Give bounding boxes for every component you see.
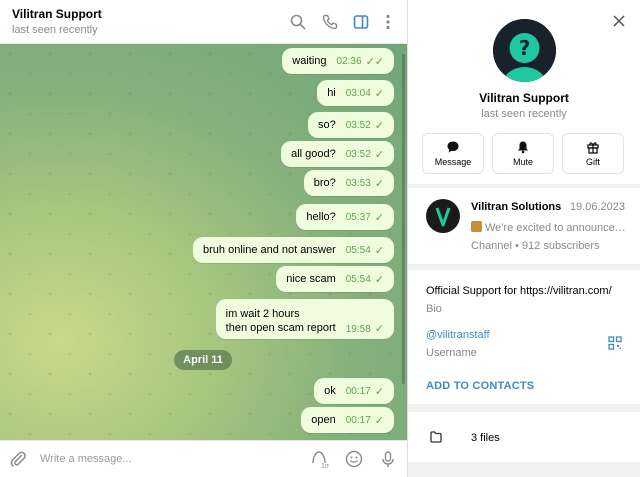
message-bubble[interactable]: bruh online and not answer 05:54 ✓ [193,237,394,263]
message-bubble[interactable]: im wait 2 hours then open scam report 19… [215,299,394,339]
message-time: 03:52 [345,119,371,131]
action-label: Message [434,157,472,167]
double-check-icon: ✓ [374,244,384,257]
username-label: Username [426,347,477,359]
message-text: bro? [313,177,336,189]
file-icon [429,430,443,444]
message-bubble[interactable]: bro? 03:53 ✓ [303,170,394,196]
username-link[interactable]: @vilitranstaff [426,329,490,341]
double-check-icon: ✓ [374,273,384,286]
message-text: ok [324,385,336,397]
phone-icon[interactable] [320,12,340,32]
message-text: bruh online and not answer [203,244,336,256]
profile-status: last seen recently [481,108,567,120]
message-time: 19:58 [345,324,371,335]
message-text: so? [318,119,336,131]
more-icon[interactable] [378,12,398,32]
microphone-icon[interactable] [378,449,398,469]
message-text: nice scam [286,273,336,285]
message-icon [447,141,459,153]
double-check-icon: ✓ [374,211,384,224]
message-bubble[interactable]: open 00:17 ✓ [301,407,394,433]
message-bubble[interactable]: ok 00:17 ✓ [314,378,394,404]
emoji-icon[interactable] [344,449,364,469]
action-label: Mute [512,157,533,167]
message-time: 05:37 [345,211,371,223]
double-check-icon: ✓ [374,385,384,398]
message-composer[interactable]: Write a message... 1m [0,440,407,477]
sticker-badge: 1m [321,463,329,469]
action-label: Gift [585,157,600,167]
attach-icon[interactable] [8,449,28,469]
date-separator: April 11 [174,350,232,370]
qr-code-icon[interactable] [608,336,622,350]
profile-header-card: ? Vilitran Support last seen recently Me… [408,0,640,184]
bio-label: Bio [426,303,442,315]
profile-name: Vilitran Support [479,91,569,105]
double-check-icon: ✓ [374,323,384,335]
message-time: 02:36 [336,55,362,67]
double-check-icon: ✓ [374,87,384,100]
double-check-icon: ✓✓ [365,55,384,68]
channel-last-message-text: We're excited to announce ... [485,222,626,234]
files-count[interactable]: 3 files [471,432,500,444]
channel-message-thumbnail [471,221,482,232]
message-text: waiting [292,55,327,67]
chat-status: last seen recently [12,24,98,36]
bio-text[interactable]: Official Support for https://vilitran.co… [426,285,612,297]
chat-pane: Vilitran Support last seen recently wait… [0,0,407,477]
message-text: open [311,414,336,426]
channel-date: 19.06.2023 [569,201,625,213]
svg-text:?: ? [519,36,531,60]
channel-meta: Channel • 912 subscribers [471,240,600,252]
message-time: 03:52 [345,148,371,160]
close-icon[interactable] [612,14,626,28]
message-time: 00:17 [345,414,371,426]
message-bubble[interactable]: hi 03:04 ✓ [317,80,394,106]
sidebar-toggle-icon[interactable] [351,12,371,32]
message-bubble[interactable]: all good? 03:52 ✓ [281,141,394,167]
message-bubble[interactable]: hello? 05:37 ✓ [296,204,394,230]
double-check-icon: ✓ [374,119,384,132]
channel-last-message: We're excited to announce ... [471,221,626,234]
scrollbar[interactable] [402,54,405,384]
gift-button[interactable]: Gift [562,133,624,174]
message-input[interactable]: Write a message... [40,453,132,465]
message-time: 00:17 [345,385,371,397]
avatar[interactable]: ? [493,19,556,82]
message-text: im wait 2 hours then open scam report [226,307,336,335]
message-bubble[interactable]: so? 03:52 ✓ [308,112,394,138]
mute-button[interactable]: Mute [492,133,554,174]
message-time: 03:04 [345,87,371,99]
message-time: 03:53 [345,177,371,189]
channel-name[interactable]: Vilitran Solutions [471,201,561,213]
search-icon[interactable] [288,12,308,32]
chat-title[interactable]: Vilitran Support [12,7,102,21]
message-text: hi [327,87,336,99]
message-bubble[interactable]: nice scam 05:54 ✓ [276,266,394,292]
message-text-line: then open scam report [225,322,336,334]
gift-icon [587,142,599,154]
message-text: all good? [291,148,336,160]
channel-avatar[interactable] [426,199,460,233]
double-check-icon: ✓ [374,414,384,427]
sticker-icon[interactable]: 1m [309,449,331,470]
double-check-icon: ✓ [374,148,384,161]
message-list[interactable]: waiting 02:36 ✓✓ hi 03:04 ✓ so? 03:52 ✓ … [0,44,407,440]
message-time: 05:54 [345,244,371,256]
message-bubble[interactable]: waiting 02:36 ✓✓ [282,48,394,74]
message-time: 05:54 [345,273,371,285]
message-text: hello? [306,211,336,223]
bell-icon [518,141,528,154]
profile-panel: ? Vilitran Support last seen recently Me… [408,0,640,477]
double-check-icon: ✓ [374,177,384,190]
chat-header[interactable]: Vilitran Support last seen recently [0,0,407,44]
message-text-line: im wait 2 hours [225,308,300,320]
message-button[interactable]: Message [422,133,484,174]
add-to-contacts-button[interactable]: ADD TO CONTACTS [426,380,534,392]
